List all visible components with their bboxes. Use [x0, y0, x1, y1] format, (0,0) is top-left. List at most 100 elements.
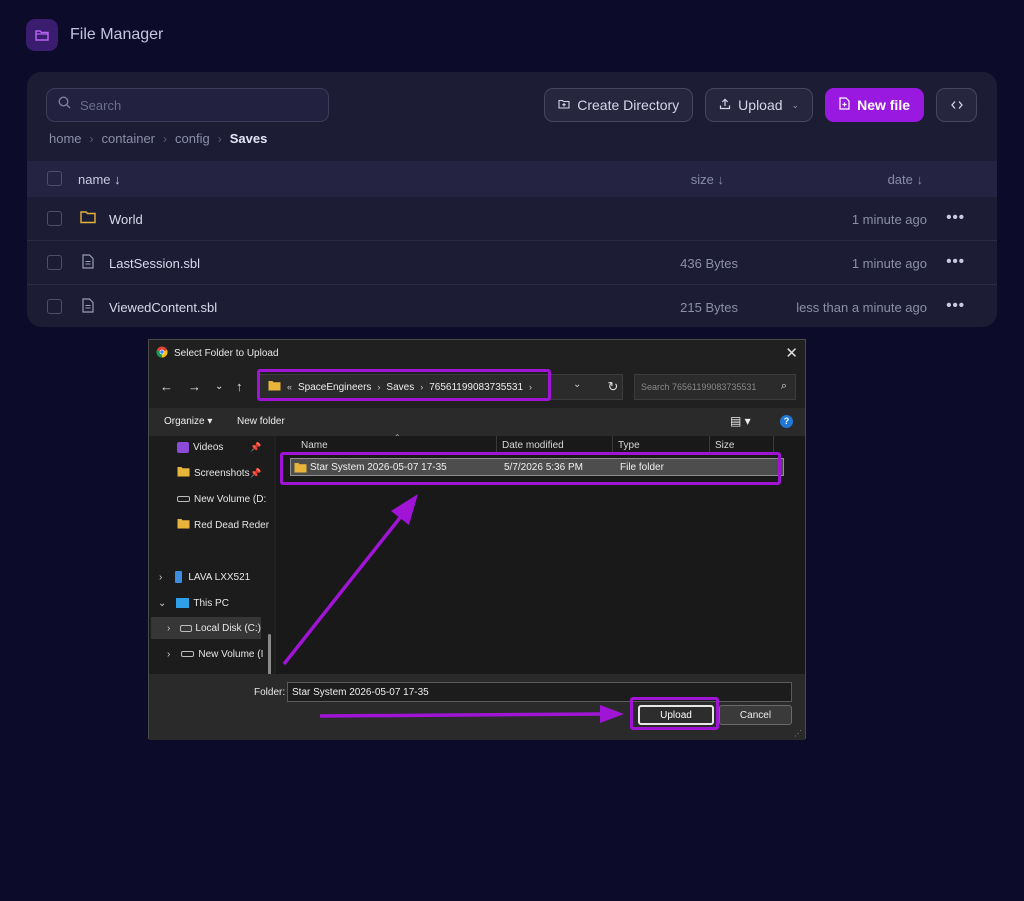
select-all-checkbox[interactable] — [47, 171, 62, 186]
nav-item-new-volume-i[interactable]: › New Volume (I — [149, 643, 274, 665]
search-icon: ⌕ — [780, 380, 787, 392]
code-view-button[interactable] — [936, 88, 977, 122]
table-row[interactable]: LastSession.sbl 436 Bytes 1 minute ago •… — [27, 241, 997, 285]
chevron-right-icon[interactable]: › — [159, 572, 162, 583]
folder-icon — [177, 466, 190, 480]
breadcrumb-item[interactable]: home — [49, 131, 82, 146]
chevron-right-icon: › — [163, 131, 168, 146]
create-directory-button[interactable]: Create Directory — [544, 88, 694, 122]
back-arrow-icon[interactable]: ← — [160, 379, 173, 394]
phone-icon — [175, 571, 183, 583]
breadcrumb-item[interactable]: container — [102, 131, 155, 146]
app-header: File Manager — [26, 19, 163, 51]
row-checkbox[interactable] — [47, 211, 62, 226]
chevron-right-icon: › — [217, 131, 222, 146]
row-checkbox[interactable] — [47, 255, 62, 270]
code-icon — [950, 97, 963, 113]
pin-icon: 📌 — [250, 441, 262, 452]
folder-logo-icon — [26, 19, 58, 51]
search-input[interactable] — [80, 97, 300, 113]
nav-item-label: This PC — [193, 597, 229, 609]
nav-item-screenshots[interactable]: Screenshots 📌 — [149, 462, 274, 484]
nav-item-videos[interactable]: Videos 📌 — [149, 436, 274, 458]
file-name[interactable]: LastSession.sbl — [109, 256, 200, 271]
more-options-icon[interactable]: ••• — [946, 297, 965, 314]
close-icon[interactable]: ✕ — [785, 344, 798, 362]
pin-icon: 📌 — [250, 467, 262, 478]
file-date: less than a minute ago — [796, 300, 927, 315]
app-title: File Manager — [70, 26, 164, 43]
new-file-button[interactable]: New file — [825, 88, 924, 122]
file-size: 436 Bytes — [680, 256, 738, 271]
forward-arrow-icon[interactable]: → — [188, 379, 201, 394]
dialog-search-box[interactable]: Search 76561199083735531 ⌕ — [634, 374, 796, 400]
file-date: 1 minute ago — [851, 256, 927, 271]
folder-icon — [177, 518, 190, 532]
chevron-down-icon[interactable]: ⌄ — [158, 598, 166, 609]
column-name[interactable]: name ↓ — [78, 172, 121, 187]
folder-row-highlight — [280, 452, 781, 485]
recent-chevron-icon[interactable]: ⌄ — [215, 381, 223, 392]
command-bar: Organize ▾ New folder ▤ ▾ ? — [149, 408, 805, 436]
drive-icon — [181, 651, 195, 657]
file-icon — [82, 254, 94, 272]
dialog-titlebar: Select Folder to Upload — [149, 340, 805, 367]
column-size-label: Size — [715, 439, 735, 451]
chevron-right-icon[interactable]: › — [167, 623, 170, 634]
dialog-search-placeholder: Search 76561199083735531 — [641, 382, 757, 392]
videos-icon — [177, 441, 189, 453]
folder-name-value: Star System 2026-05-07 17-35 — [292, 686, 429, 698]
refresh-icon[interactable]: ↻ — [602, 374, 624, 400]
new-file-label: New file — [857, 97, 910, 113]
nav-item-label: Screenshots — [194, 467, 250, 479]
file-name[interactable]: ViewedContent.sbl — [109, 300, 217, 315]
column-name-label: Name — [301, 439, 328, 451]
column-date[interactable]: date ↓ — [888, 172, 923, 187]
nav-item-red-dead[interactable]: Red Dead Reder — [149, 514, 274, 536]
create-directory-label: Create Directory — [577, 97, 680, 113]
breadcrumb-item[interactable]: config — [175, 131, 210, 146]
drive-icon — [177, 496, 190, 502]
more-options-icon[interactable]: ••• — [946, 253, 965, 270]
search-icon — [58, 96, 71, 114]
organize-menu[interactable]: Organize ▾ — [164, 416, 212, 427]
more-options-icon[interactable]: ••• — [946, 209, 965, 226]
file-browser-card: Create Directory Upload ⌄ New file home … — [27, 72, 997, 327]
folder-plus-icon — [558, 97, 570, 113]
nav-item-this-pc[interactable]: ⌄ This PC — [149, 592, 274, 614]
file-icon — [82, 298, 94, 316]
upload-label: Upload — [738, 97, 783, 113]
table-row[interactable]: World 1 minute ago ••• — [27, 197, 997, 241]
column-size[interactable]: size ↓ — [691, 172, 724, 187]
file-date: 1 minute ago — [851, 212, 927, 227]
table-row[interactable]: ViewedContent.sbl 215 Bytes less than a … — [27, 285, 997, 327]
up-arrow-icon[interactable]: ↑ — [236, 379, 243, 394]
dialog-cancel-label: Cancel — [739, 709, 772, 721]
nav-scrollbar[interactable] — [268, 634, 271, 674]
folder-label: Folder: — [254, 687, 286, 698]
nav-item-local-disk-c[interactable]: › Local Disk (C:) — [151, 617, 261, 639]
address-dropdown-icon[interactable]: ⌄ — [573, 379, 581, 390]
nav-item-new-volume-d[interactable]: New Volume (D: — [149, 488, 274, 510]
drive-icon — [180, 624, 193, 632]
upload-button-highlight — [630, 697, 719, 730]
help-icon[interactable]: ? — [780, 415, 793, 428]
nav-item-label: Videos — [193, 441, 224, 453]
dialog-title: Select Folder to Upload — [174, 348, 279, 359]
file-plus-icon — [839, 97, 850, 113]
view-options-icon[interactable]: ▤ ▾ — [730, 414, 751, 428]
nav-item-label: Local Disk (C:) — [195, 622, 261, 634]
upload-button[interactable]: Upload ⌄ — [705, 88, 814, 122]
file-name[interactable]: World — [109, 212, 143, 227]
row-checkbox[interactable] — [47, 299, 62, 314]
search-box[interactable] — [46, 88, 329, 122]
breadcrumb-current: Saves — [229, 131, 268, 146]
nav-item-label: New Volume (I — [198, 648, 264, 660]
dialog-cancel-button[interactable]: Cancel — [719, 705, 792, 725]
nav-item-lava[interactable]: › LAVA LXX521 — [149, 566, 274, 588]
new-folder-button[interactable]: New folder — [237, 416, 285, 427]
chevron-right-icon: › — [89, 131, 94, 146]
navigation-pane: Videos 📌 Screenshots 📌 New Volume (D: Re… — [149, 436, 274, 674]
chevron-right-icon[interactable]: › — [167, 649, 170, 660]
resize-grip-icon[interactable]: ⋰ — [794, 729, 802, 738]
